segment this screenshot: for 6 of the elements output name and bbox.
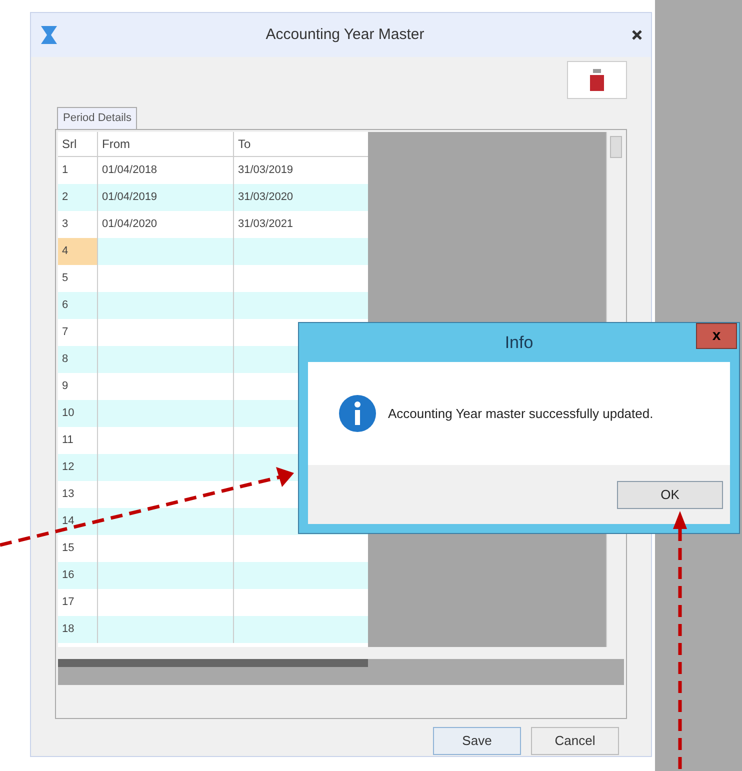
dialog-title: Info xyxy=(504,332,534,354)
table-cell-text: 31/03/2020 xyxy=(237,190,294,205)
window-title: Accounting Year Master xyxy=(264,24,426,45)
table-cell-text: 31/03/2019 xyxy=(237,162,294,178)
table-cell-text: 31/03/2021 xyxy=(237,216,294,232)
dialog-message: Accounting Year master successfully updated. xyxy=(388,404,654,423)
